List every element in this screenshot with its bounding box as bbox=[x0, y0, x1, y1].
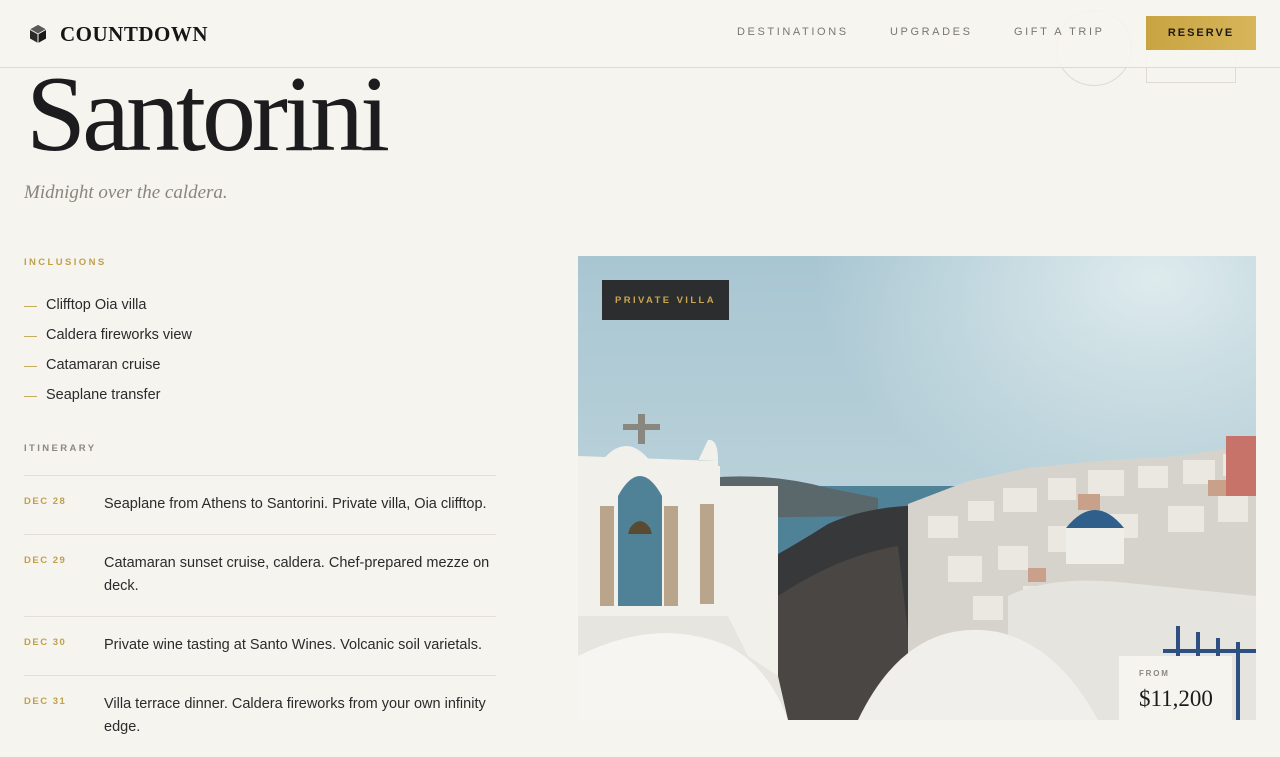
itinerary-row: DEC 30 Private wine tasting at Santo Win… bbox=[24, 616, 496, 675]
brand-logo[interactable]: COUNTDOWN bbox=[28, 21, 208, 47]
destination-photo: PRIVATE VILLA FROM $11,200 bbox=[578, 256, 1256, 720]
itinerary-text: Seaplane from Athens to Santorini. Priva… bbox=[104, 496, 487, 512]
itinerary-text: Catamaran sunset cruise, caldera. Chef-p… bbox=[104, 555, 490, 594]
itinerary-row: DEC 28 Seaplane from Athens to Santorini… bbox=[24, 475, 496, 534]
inclusions-list: — Clifftop Oia villa — Caldera fireworks… bbox=[24, 290, 192, 410]
logo-gem-icon bbox=[29, 25, 47, 43]
reserve-button[interactable]: RESERVE bbox=[1146, 16, 1256, 50]
inclusion-label: Clifftop Oia villa bbox=[46, 297, 147, 313]
inclusion-item: — Caldera fireworks view bbox=[24, 320, 192, 350]
inclusion-label: Catamaran cruise bbox=[46, 357, 161, 373]
nav-destinations[interactable]: DESTINATIONS bbox=[737, 26, 849, 38]
inclusion-label: Seaplane transfer bbox=[46, 387, 161, 403]
destination-subtitle: Midnight over the caldera. bbox=[24, 182, 228, 203]
itinerary-heading: ITINERARY bbox=[24, 443, 97, 454]
dash-icon: — bbox=[24, 327, 37, 343]
private-villa-badge: PRIVATE VILLA bbox=[602, 280, 729, 320]
itinerary-row: DEC 31 Villa terrace dinner. Caldera fir… bbox=[24, 675, 496, 757]
inclusion-item: — Clifftop Oia villa bbox=[24, 290, 192, 320]
santorini-illustration bbox=[578, 256, 1256, 720]
price-card: FROM $11,200 bbox=[1119, 656, 1232, 720]
itinerary-text: Villa terrace dinner. Caldera fireworks … bbox=[104, 696, 486, 735]
itinerary-date: DEC 31 bbox=[24, 696, 67, 707]
itinerary-row: DEC 29 Catamaran sunset cruise, caldera.… bbox=[24, 534, 496, 616]
inclusions-heading: INCLUSIONS bbox=[24, 257, 107, 268]
price-value: $11,200 bbox=[1139, 686, 1213, 711]
inclusion-item: — Seaplane transfer bbox=[24, 380, 192, 410]
destination-title: Santorini bbox=[26, 55, 390, 174]
itinerary-date: DEC 28 bbox=[24, 496, 67, 507]
inclusion-label: Caldera fireworks view bbox=[46, 327, 192, 343]
dash-icon: — bbox=[24, 387, 37, 403]
inclusion-item: — Catamaran cruise bbox=[24, 350, 192, 380]
nav-gift-a-trip[interactable]: GIFT A TRIP bbox=[1014, 26, 1105, 38]
dash-icon: — bbox=[24, 357, 37, 373]
itinerary-date: DEC 30 bbox=[24, 637, 67, 648]
nav-upgrades[interactable]: UPGRADES bbox=[890, 26, 973, 38]
dash-icon: — bbox=[24, 297, 37, 313]
brand-name: COUNTDOWN bbox=[60, 21, 209, 46]
itinerary-date: DEC 29 bbox=[24, 555, 67, 566]
itinerary-text: Private wine tasting at Santo Wines. Vol… bbox=[104, 637, 482, 653]
price-from-label: FROM bbox=[1139, 669, 1170, 678]
itinerary-list: DEC 28 Seaplane from Athens to Santorini… bbox=[24, 475, 496, 757]
